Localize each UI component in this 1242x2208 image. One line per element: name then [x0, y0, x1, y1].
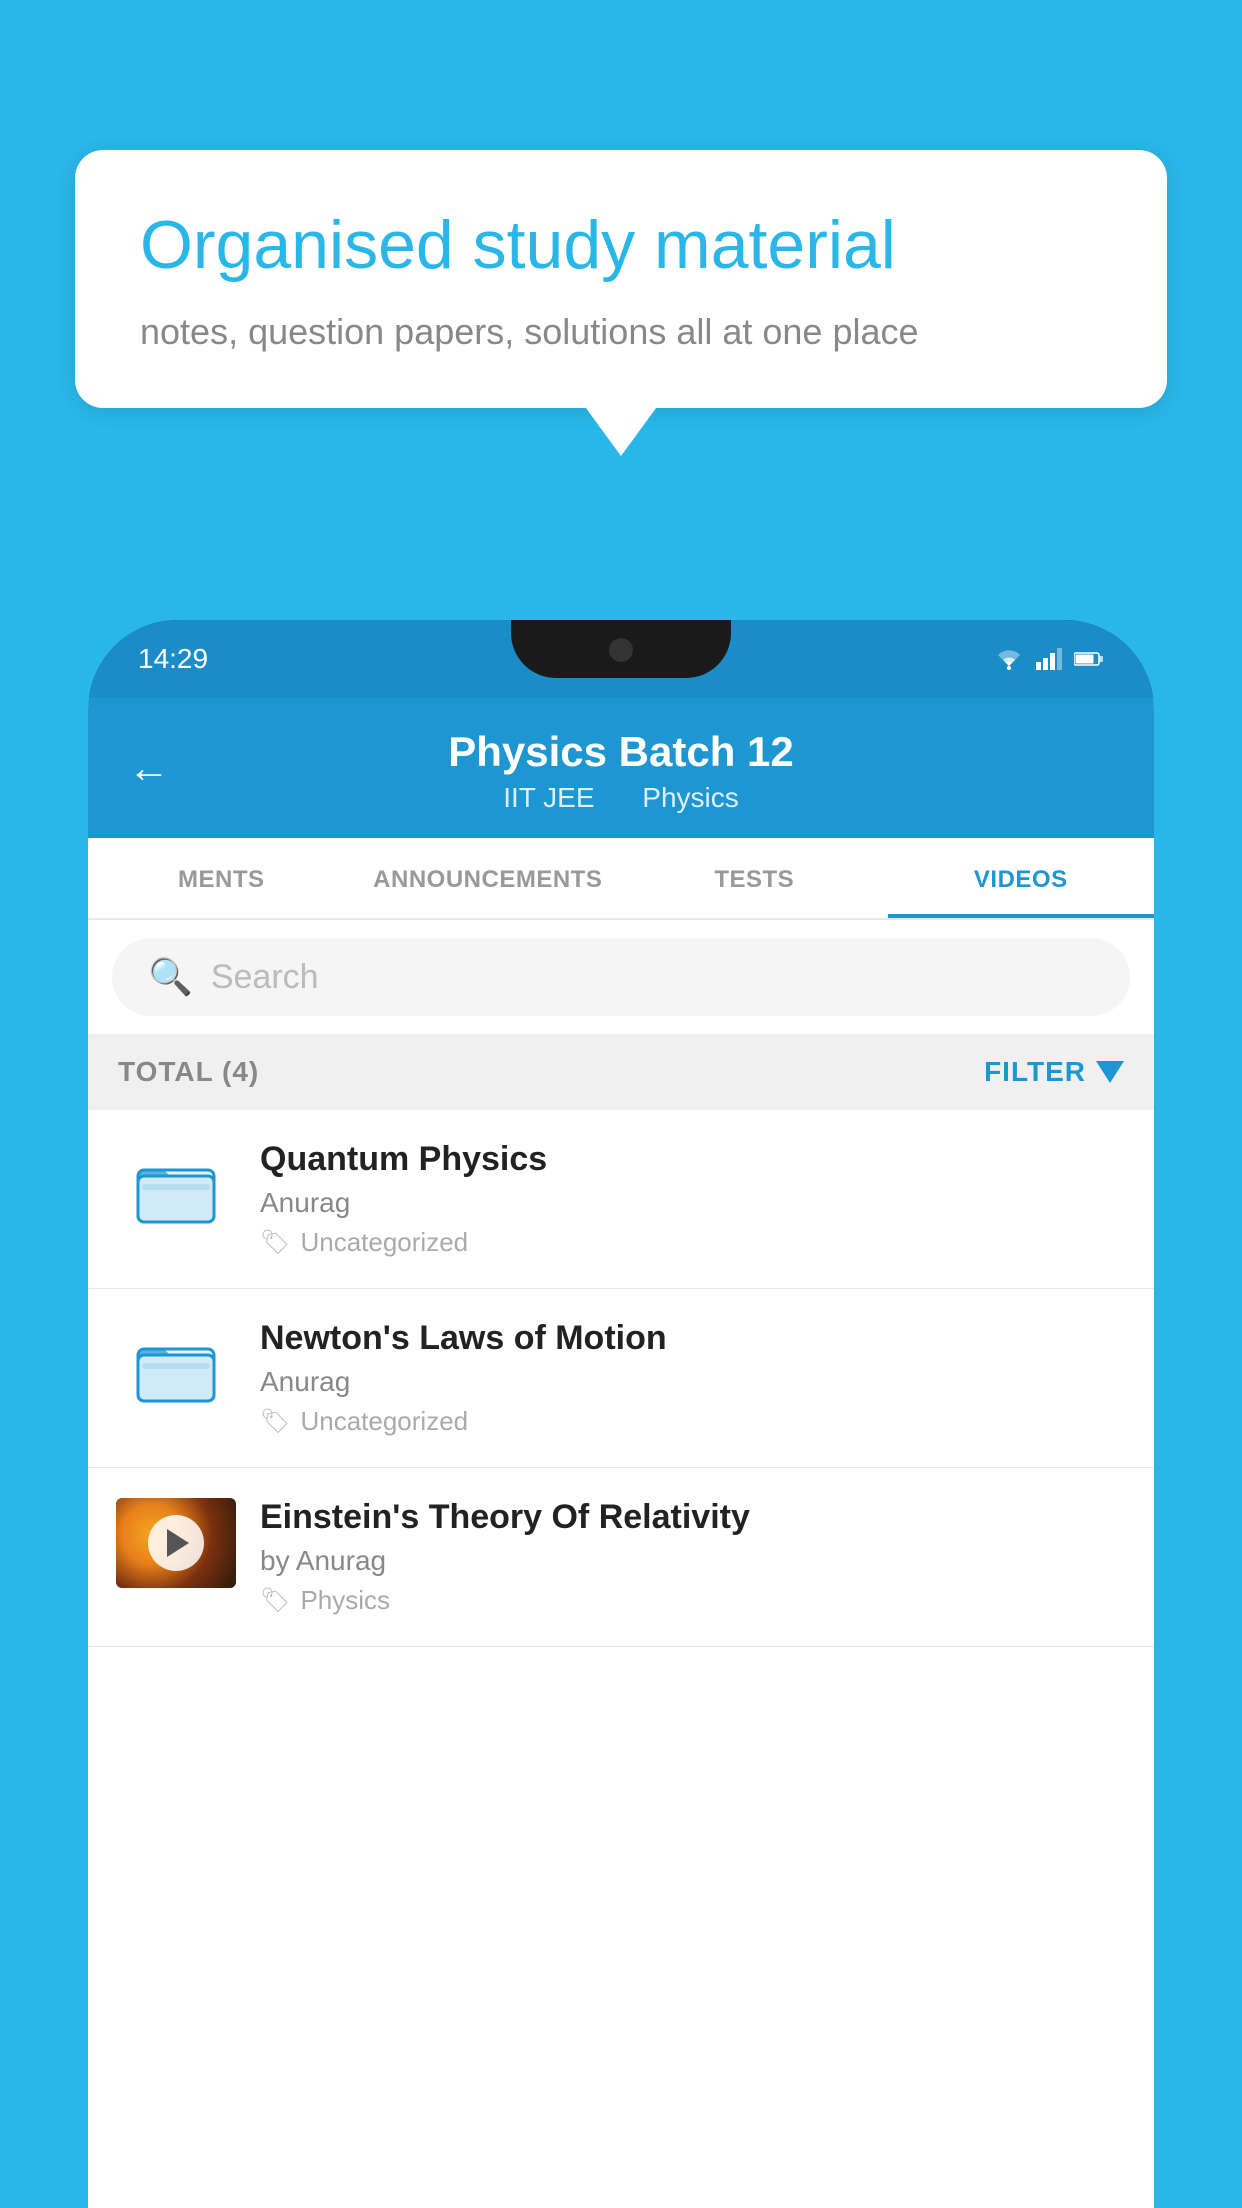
video-title: Einstein's Theory Of Relativity	[260, 1498, 1126, 1537]
search-icon: 🔍	[148, 956, 193, 998]
video-list: Quantum Physics Anurag 🏷 Uncategorized	[88, 1110, 1154, 2208]
wifi-icon	[994, 648, 1024, 670]
video-author: by Anurag	[260, 1545, 1126, 1577]
video-tag: 🏷 Physics	[260, 1585, 1126, 1616]
play-button[interactable]	[148, 1515, 204, 1571]
search-container: 🔍 Search	[88, 920, 1154, 1034]
filter-label: FILTER	[984, 1056, 1086, 1088]
bubble-subtitle: notes, question papers, solutions all at…	[140, 311, 1102, 353]
thumbnail-bg	[116, 1498, 236, 1588]
folder-icon-container	[116, 1319, 236, 1423]
filter-icon	[1096, 1061, 1124, 1083]
video-title: Newton's Laws of Motion	[260, 1319, 1126, 1358]
video-author: Anurag	[260, 1187, 1126, 1219]
subtitle-part2: Physics	[642, 782, 738, 813]
folder-icon	[134, 1329, 218, 1413]
app-header: ← Physics Batch 12 IIT JEE Physics	[88, 698, 1154, 838]
folder-icon-container	[116, 1140, 236, 1244]
list-item[interactable]: Newton's Laws of Motion Anurag 🏷 Uncateg…	[88, 1289, 1154, 1468]
phone-inner: ← Physics Batch 12 IIT JEE Physics MENTS…	[88, 698, 1154, 2208]
search-placeholder: Search	[211, 958, 319, 997]
camera-dot	[609, 638, 633, 662]
battery-icon	[1074, 651, 1104, 667]
search-bar[interactable]: 🔍 Search	[112, 938, 1130, 1016]
tag-label: Uncategorized	[300, 1406, 468, 1437]
tab-announcements[interactable]: ANNOUNCEMENTS	[355, 838, 622, 918]
play-triangle-icon	[167, 1529, 189, 1557]
folder-icon	[134, 1150, 218, 1234]
signal-icon	[1036, 648, 1062, 670]
tabs-bar: MENTS ANNOUNCEMENTS TESTS VIDEOS	[88, 838, 1154, 920]
video-thumbnail	[116, 1498, 236, 1588]
video-tag: 🏷 Uncategorized	[260, 1406, 1126, 1437]
filter-bar: TOTAL (4) FILTER	[88, 1034, 1154, 1110]
video-author: Anurag	[260, 1366, 1126, 1398]
speech-bubble: Organised study material notes, question…	[75, 150, 1167, 408]
tab-ments[interactable]: MENTS	[88, 838, 355, 918]
list-item[interactable]: Einstein's Theory Of Relativity by Anura…	[88, 1468, 1154, 1647]
phone-frame: 14:29	[88, 620, 1154, 2208]
tab-videos[interactable]: VIDEOS	[888, 838, 1155, 918]
status-time: 14:29	[138, 643, 208, 675]
video-tag: 🏷 Uncategorized	[260, 1227, 1126, 1258]
tag-label: Uncategorized	[300, 1227, 468, 1258]
video-info: Newton's Laws of Motion Anurag 🏷 Uncateg…	[260, 1319, 1126, 1437]
subtitle-part1: IIT JEE	[503, 782, 594, 813]
tag-icon: 🏷	[260, 1228, 290, 1257]
total-count: TOTAL (4)	[118, 1056, 259, 1088]
list-item[interactable]: Quantum Physics Anurag 🏷 Uncategorized	[88, 1110, 1154, 1289]
tag-icon: 🏷	[260, 1407, 290, 1436]
video-info: Einstein's Theory Of Relativity by Anura…	[260, 1498, 1126, 1616]
tag-label: Physics	[300, 1585, 390, 1616]
filter-button[interactable]: FILTER	[984, 1056, 1124, 1088]
back-button[interactable]: ←	[128, 744, 170, 792]
video-info: Quantum Physics Anurag 🏷 Uncategorized	[260, 1140, 1126, 1258]
app-subtitle: IIT JEE Physics	[493, 782, 749, 814]
status-icons	[994, 648, 1104, 670]
tag-icon: 🏷	[260, 1586, 290, 1615]
video-title: Quantum Physics	[260, 1140, 1126, 1179]
status-bar: 14:29	[88, 620, 1154, 698]
app-title: Physics Batch 12	[448, 728, 794, 776]
tab-tests[interactable]: TESTS	[621, 838, 888, 918]
bubble-title: Organised study material	[140, 205, 1102, 287]
